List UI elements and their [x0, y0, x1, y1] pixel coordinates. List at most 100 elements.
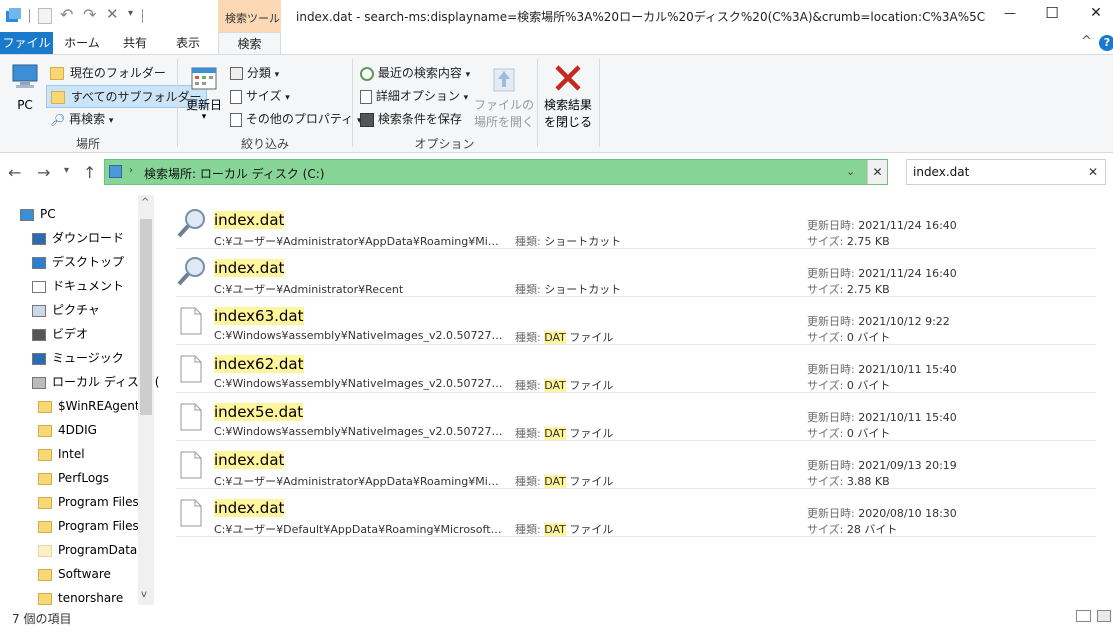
nav-item-8[interactable]: $WinREAgent — [38, 394, 140, 418]
back-icon[interactable]: ← — [8, 163, 21, 182]
file-icon — [180, 403, 202, 434]
open-location-button[interactable]: ファイルの 場所を開く — [474, 65, 534, 130]
recent-searches-button[interactable]: 最近の検索内容 ▾ — [360, 64, 470, 81]
minimize-button[interactable]: — — [1000, 6, 1020, 20]
all-subfolders-button[interactable]: すべてのサブフォルダー — [46, 85, 207, 108]
close-search-button[interactable]: 検索結果 を閉じる — [540, 63, 596, 130]
undo-icon[interactable]: ↶ — [60, 5, 73, 24]
pc-icon — [12, 64, 38, 88]
result-row[interactable]: index.dat C:¥ユーザー¥Default¥AppData¥Roaming… — [176, 489, 1096, 537]
save-search-button[interactable]: 検索条件を保存 — [360, 110, 462, 127]
type-value: ファイル — [565, 331, 614, 344]
all-subfolders-label: すべてのサブフォルダー — [70, 90, 202, 104]
details-view-icon[interactable] — [1076, 610, 1091, 622]
close-button[interactable]: ✕ — [1086, 5, 1106, 21]
new-document-icon[interactable] — [38, 8, 52, 24]
pc-button[interactable]: PC — [8, 63, 42, 119]
modified-label: 更新日時: — [807, 219, 859, 232]
maximize-button[interactable]: ☐ — [1042, 4, 1062, 22]
nav-item-3[interactable]: ドキュメント — [32, 274, 124, 298]
nav-item-1[interactable]: ダウンロード — [32, 226, 124, 250]
customize-qat-icon[interactable]: ▾ — [128, 8, 133, 19]
file-type: 種類: DAT ファイル — [515, 473, 613, 489]
redo-icon[interactable]: ↷ — [83, 5, 96, 24]
nav-item-11[interactable]: PerfLogs — [38, 466, 109, 490]
research-button[interactable]: 🔎︎ 再検索 ▾ — [50, 110, 113, 127]
ribbon-separator — [599, 59, 600, 147]
nav-item-label: PC — [40, 207, 56, 221]
result-row[interactable]: index5e.dat C:¥Windows¥assembly¥NativeIma… — [176, 393, 1096, 441]
size-label: サイズ: — [807, 235, 847, 248]
address-clear-icon[interactable]: ✕ — [867, 160, 887, 184]
scroll-up-icon[interactable]: ^ — [141, 197, 149, 208]
help-icon[interactable]: ? — [1099, 35, 1113, 51]
result-row[interactable]: index.dat C:¥ユーザー¥Administrator¥AppData¥R… — [176, 441, 1096, 489]
nav-item-0[interactable]: PC — [20, 202, 56, 226]
nav-item-4[interactable]: ピクチャ — [32, 298, 100, 322]
scroll-down-icon[interactable]: v — [141, 589, 147, 600]
nav-item-12[interactable]: Program Files — [38, 490, 139, 514]
nav-item-6[interactable]: ミュージック — [32, 346, 124, 370]
file-type: 種類: DAT ファイル — [515, 377, 613, 393]
open-location-icon — [493, 68, 515, 92]
file-modified: 更新日時: 2021/11/24 16:40 — [807, 265, 957, 281]
modified-value: 2020/08/10 18:30 — [858, 507, 957, 520]
group-options-label: オプション — [414, 137, 475, 151]
nav-item-9[interactable]: 4DDIG — [38, 418, 97, 442]
type-label: 種類: — [515, 235, 545, 248]
chevron-down-icon: ▾ — [274, 70, 280, 80]
size-value: 3.88 KB — [846, 475, 890, 488]
collapse-ribbon-icon[interactable]: ^ — [1081, 34, 1092, 49]
drive-icon — [32, 376, 46, 389]
nav-scrollbar[interactable]: ^ v — [138, 195, 154, 605]
other-properties-label: その他のプロパティ — [245, 112, 354, 126]
large-icons-view-icon[interactable] — [1097, 610, 1111, 622]
other-properties-button[interactable]: その他のプロパティ ▾ — [230, 110, 361, 127]
size-button[interactable]: サイズ ▾ — [230, 87, 290, 104]
result-row[interactable]: index.dat C:¥ユーザー¥Administrator¥Recent 種類:… — [176, 249, 1096, 297]
tab-share[interactable]: 共有 — [113, 32, 157, 54]
nav-item-10[interactable]: Intel — [38, 442, 85, 466]
address-dropdown-icon[interactable]: ⌄ — [846, 165, 855, 178]
chevron-down-icon: ▾ — [463, 93, 469, 103]
recent-locations-icon[interactable]: ▾ — [64, 165, 69, 176]
result-row[interactable]: index62.dat C:¥Windows¥assembly¥NativeIma… — [176, 345, 1096, 393]
file-size: サイズ: 28 バイト — [807, 521, 897, 537]
search-box[interactable]: index.dat ✕ — [906, 159, 1106, 185]
result-row[interactable]: index63.dat C:¥Windows¥assembly¥NativeIma… — [176, 297, 1096, 345]
tab-search[interactable]: 検索 — [218, 32, 281, 55]
results-pane: index.dat C:¥ユーザー¥Administrator¥AppData¥R… — [160, 195, 1113, 605]
nav-item-2[interactable]: デスクトップ — [32, 250, 124, 274]
current-folder-button[interactable]: 現在のフォルダー — [50, 64, 166, 81]
file-name: index.dat — [214, 451, 285, 469]
file-icon — [180, 499, 202, 530]
nav-item-5[interactable]: ビデオ — [32, 322, 88, 346]
address-bar[interactable]: › 検索場所: ローカル ディスク (C:) ⌄ ✕ — [104, 159, 888, 185]
kind-button[interactable]: 分類 ▾ — [230, 64, 279, 81]
tab-home[interactable]: ホーム — [60, 32, 104, 54]
nav-item-13[interactable]: Program Files ( — [38, 514, 147, 538]
up-icon[interactable]: ↑ — [83, 163, 96, 182]
file-path: C:¥ユーザー¥Administrator¥AppData¥Roaming¥Mi… — [214, 235, 504, 248]
search-input[interactable]: index.dat — [913, 165, 969, 179]
file-type: 種類: DAT ファイル — [515, 425, 613, 441]
type-highlight: DAT — [544, 331, 566, 344]
file-name: index63.dat — [214, 307, 304, 325]
type-label: 種類: — [515, 331, 545, 344]
advanced-options-button[interactable]: 詳細オプション ▾ — [360, 87, 468, 104]
delete-icon[interactable]: ✕ — [106, 5, 119, 23]
file-name-highlight: index.dat — [214, 499, 285, 517]
size-label: サイズ: — [807, 427, 847, 440]
tab-file[interactable]: ファイル — [0, 32, 53, 54]
search-clear-icon[interactable]: ✕ — [1088, 165, 1098, 179]
modified-label: 更新日時: — [807, 267, 859, 280]
kind-icon — [230, 67, 243, 80]
modified-button[interactable]: 更新日 ▾ — [184, 65, 224, 125]
result-row[interactable]: index.dat C:¥ユーザー¥Administrator¥AppData¥R… — [176, 201, 1096, 249]
recent-label: 最近の検索内容 — [377, 66, 462, 80]
forward-icon[interactable]: → — [37, 163, 50, 182]
nav-item-15[interactable]: Software — [38, 562, 111, 586]
scroll-thumb[interactable] — [140, 219, 152, 415]
tab-view[interactable]: 表示 — [166, 32, 210, 54]
nav-item-14[interactable]: ProgramData — [38, 538, 137, 562]
